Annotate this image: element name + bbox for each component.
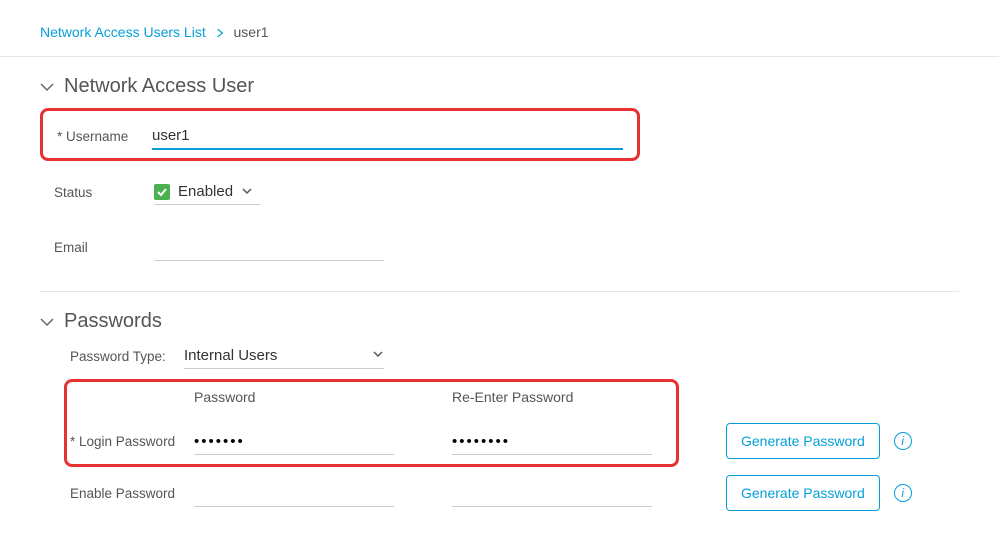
- breadcrumb-parent-link[interactable]: Network Access Users List: [40, 24, 206, 40]
- enable-password-reenter-input[interactable]: [452, 479, 652, 507]
- breadcrumb-current: user1: [234, 24, 269, 40]
- info-icon[interactable]: i: [894, 432, 912, 450]
- username-highlight-box: Username: [40, 108, 640, 161]
- generate-password-button[interactable]: Generate Password: [726, 475, 880, 511]
- status-value: Enabled: [178, 183, 233, 200]
- chevron-down-icon: [372, 347, 384, 364]
- password-type-label: Password Type:: [54, 349, 184, 364]
- password-column-header: Password: [194, 389, 434, 405]
- generate-password-button[interactable]: Generate Password: [726, 423, 880, 459]
- login-password-input[interactable]: [194, 427, 394, 455]
- chevron-right-icon: [216, 24, 228, 40]
- reenter-password-column-header: Re-Enter Password: [452, 389, 692, 405]
- username-label: Username: [57, 129, 152, 144]
- info-icon[interactable]: i: [894, 484, 912, 502]
- chevron-down-icon: [40, 80, 54, 94]
- username-input[interactable]: [152, 123, 623, 150]
- chevron-down-icon: [40, 315, 54, 329]
- password-type-dropdown[interactable]: Internal Users: [184, 343, 384, 369]
- section-header-user[interactable]: Network Access User: [40, 57, 959, 108]
- check-icon: [154, 184, 170, 200]
- status-label: Status: [54, 185, 154, 200]
- login-password-reenter-input[interactable]: [452, 427, 652, 455]
- section-header-passwords[interactable]: Passwords: [40, 292, 959, 343]
- email-input[interactable]: [154, 233, 384, 261]
- password-type-value: Internal Users: [184, 347, 277, 364]
- section-title-passwords: Passwords: [64, 310, 162, 333]
- breadcrumb: Network Access Users List user1: [0, 0, 999, 57]
- chevron-down-icon: [241, 184, 253, 200]
- section-title-user: Network Access User: [64, 75, 254, 98]
- enable-password-input[interactable]: [194, 479, 394, 507]
- login-password-label: Login Password: [54, 434, 194, 449]
- email-label: Email: [54, 240, 154, 255]
- status-dropdown[interactable]: Enabled: [154, 179, 260, 205]
- enable-password-label: Enable Password: [54, 486, 194, 501]
